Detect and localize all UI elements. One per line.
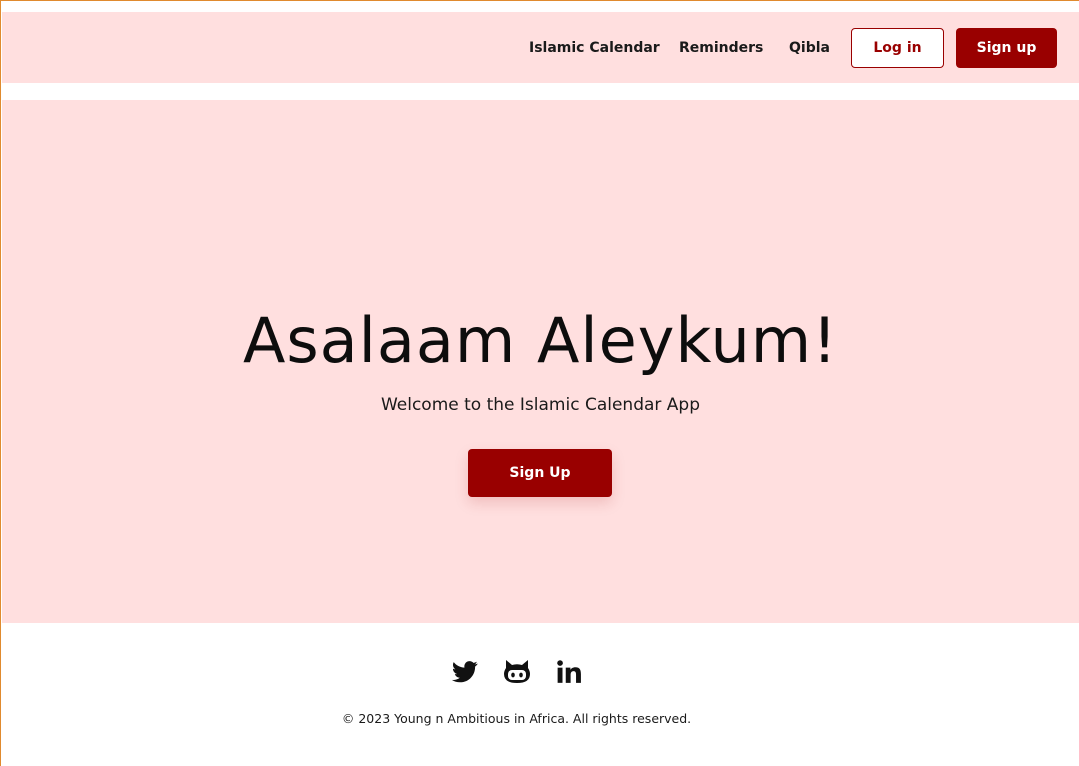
signup-button-label: Sign up <box>976 40 1037 56</box>
nav-link-reminders[interactable]: Reminders <box>679 39 763 57</box>
linkedin-icon-glyph <box>557 660 581 683</box>
page-frame: Islamic Calendar Reminders Qibla Log in … <box>0 0 1079 766</box>
twitter-icon-glyph <box>452 661 478 683</box>
login-button[interactable]: Log in <box>851 28 944 68</box>
linkedin-icon[interactable] <box>555 658 583 686</box>
hero-signup-button[interactable]: Sign Up <box>468 449 612 497</box>
github-icon[interactable] <box>503 658 531 686</box>
nav-link-qibla[interactable]: Qibla <box>789 39 830 57</box>
hero-title: Asalaam Aleykum! <box>242 304 839 377</box>
login-button-label: Log in <box>873 40 922 56</box>
github-icon-glyph <box>504 660 530 683</box>
hero-subtitle: Welcome to the Islamic Calendar App <box>380 395 701 415</box>
hero-signup-label: Sign Up <box>509 465 571 481</box>
signup-button[interactable]: Sign up <box>956 28 1057 68</box>
twitter-icon[interactable] <box>451 658 479 686</box>
nav-link-islamic-calendar[interactable]: Islamic Calendar <box>529 39 660 57</box>
copyright-text: © 2023 Young n Ambitious in Africa. All … <box>341 711 692 726</box>
